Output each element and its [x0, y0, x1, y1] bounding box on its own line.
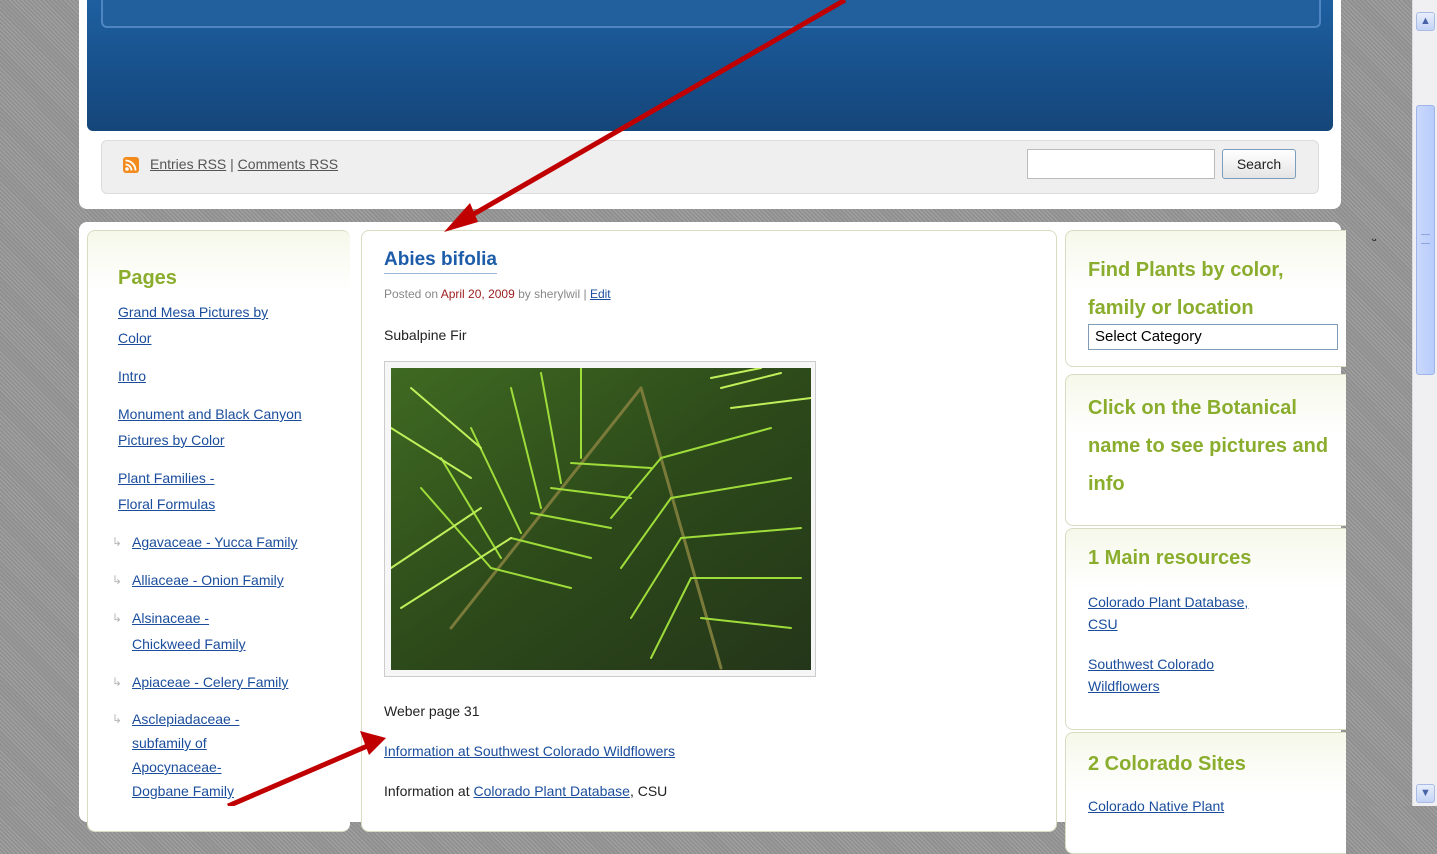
right-sidebar: Find Plants by color, family or location…	[1065, 222, 1346, 854]
comments-rss-link[interactable]: Comments RSS	[238, 156, 338, 172]
banner-inner-bar	[101, 0, 1321, 28]
sub-arrow-icon: ↳	[112, 712, 123, 726]
scroll-down-button[interactable]: ▼	[1416, 784, 1435, 803]
rss-search-bar: Entries RSS | Comments RSS Search	[101, 140, 1319, 194]
post-panel: Abies bifolia Posted on April 20, 2009 b…	[361, 230, 1057, 832]
sub-arrow-icon: ↳	[112, 611, 123, 625]
site-header: Entries RSS | Comments RSS Search	[79, 0, 1341, 209]
scroll-up-button[interactable]: ▲	[1416, 12, 1435, 31]
subpage-item: ↳ Apiaceae - Celery Family	[112, 669, 352, 695]
post-weber-reference: Weber page 31	[384, 703, 480, 719]
header-banner	[87, 0, 1333, 131]
page-link-intro[interactable]: Intro	[118, 363, 358, 389]
find-plants-widget: Find Plants by color, family or location…	[1065, 230, 1346, 367]
category-select[interactable]: Select Category	[1088, 324, 1338, 350]
fir-branch-photo[interactable]	[384, 361, 816, 677]
mouse-cursor-icon: ᵕ	[1372, 233, 1377, 247]
vertical-scrollbar[interactable]: ▲ ▼	[1412, 0, 1437, 806]
colorado-sites-heading: 2 Colorado Sites	[1088, 753, 1246, 775]
post-meta: Posted on April 20, 2009 by sherylwil | …	[384, 287, 611, 301]
info-prefix: Information at	[384, 783, 470, 799]
post-info-csu: Information at Colorado Plant Database, …	[384, 783, 667, 799]
click-info-widget: Click on the Botanical name to see pictu…	[1065, 374, 1346, 526]
pages-heading: Pages	[118, 267, 177, 289]
rss-links: Entries RSS | Comments RSS	[150, 156, 338, 172]
fir-branch-image	[391, 368, 811, 670]
resource-link-colorado-plant-database[interactable]: Colorado Plant Database, CSU	[1088, 591, 1258, 635]
subpage-item: ↳ Asclepiadaceae - subfamily of Apocynace…	[112, 707, 352, 803]
main-resources-heading: 1 Main resources	[1088, 547, 1252, 569]
subpage-item: ↳ Agavaceae - Yucca Family	[112, 529, 352, 555]
pages-sidebar: Pages Grand Mesa Pictures by Color Intro…	[87, 230, 350, 832]
post-author: by sherylwil |	[518, 287, 587, 301]
find-plants-heading: Find Plants by color, family or location	[1088, 259, 1284, 319]
colorado-plant-database-link[interactable]: Colorado Plant Database	[474, 783, 630, 799]
subpage-link-alliaceae[interactable]: Alliaceae - Onion Family	[132, 567, 342, 593]
subpage-item: ↳ Alliaceae - Onion Family	[112, 567, 352, 593]
post-meta-prefix: Posted on	[384, 287, 439, 301]
subpage-link-apiaceae[interactable]: Apiaceae - Celery Family	[132, 669, 342, 695]
click-info-heading: Click on the Botanical name to see pictu…	[1088, 397, 1329, 495]
site-link-colorado-native-plant[interactable]: Colorado Native Plant	[1088, 795, 1288, 817]
sub-arrow-icon: ↳	[112, 675, 123, 689]
resource-link-southwest-wildflowers[interactable]: Southwest Colorado Wildflowers	[1088, 653, 1258, 697]
rss-separator: |	[230, 156, 234, 172]
main-resources-widget: 1 Main resources Colorado Plant Database…	[1065, 528, 1346, 730]
sub-arrow-icon: ↳	[112, 535, 123, 549]
subpage-item: ↳ Alsinaceae - Chickweed Family	[112, 605, 352, 657]
southwest-wildflowers-link[interactable]: Information at Southwest Colorado Wildfl…	[384, 743, 675, 759]
subpage-link-agavaceae[interactable]: Agavaceae - Yucca Family	[132, 529, 342, 555]
page-link-plant-families[interactable]: Plant Families - Floral Formulas	[118, 465, 248, 517]
scrollbar-grip-icon	[1421, 234, 1430, 244]
post-common-name: Subalpine Fir	[384, 327, 467, 343]
page-link-grand-mesa[interactable]: Grand Mesa Pictures by Color	[118, 299, 278, 351]
search-button[interactable]: Search	[1222, 149, 1296, 179]
sub-arrow-icon: ↳	[112, 573, 123, 587]
entries-rss-link[interactable]: Entries RSS	[150, 156, 226, 172]
info-suffix: , CSU	[629, 783, 668, 799]
subpage-link-alsinaceae[interactable]: Alsinaceae - Chickweed Family	[132, 605, 262, 657]
search-input[interactable]	[1027, 149, 1215, 179]
page-link-monument-black-canyon[interactable]: Monument and Black Canyon Pictures by Co…	[118, 401, 348, 453]
rss-icon[interactable]	[123, 157, 139, 173]
content-area: Pages Grand Mesa Pictures by Color Intro…	[79, 222, 1346, 854]
post-date: April 20, 2009	[440, 287, 515, 301]
scrollbar-thumb[interactable]	[1416, 105, 1435, 375]
post-title-link[interactable]: Abies bifolia	[384, 249, 497, 274]
colorado-sites-widget: 2 Colorado Sites Colorado Native Plant	[1065, 732, 1346, 854]
subpage-link-asclepiadaceae[interactable]: Asclepiadaceae - subfamily of Apocynacea…	[132, 707, 282, 803]
edit-link[interactable]: Edit	[590, 287, 611, 301]
